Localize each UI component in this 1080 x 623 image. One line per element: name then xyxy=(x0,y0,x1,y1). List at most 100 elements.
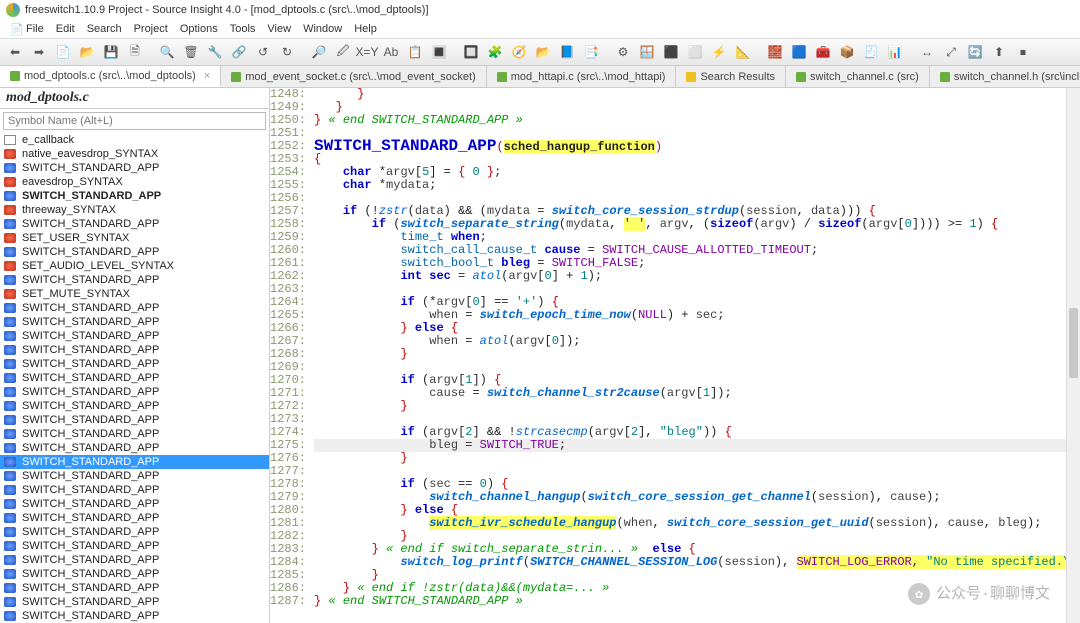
menu-tools[interactable]: Tools xyxy=(224,23,262,35)
toolbar-button-24[interactable]: ⚙ xyxy=(612,41,634,63)
toolbar-button-1[interactable]: ➡ xyxy=(28,41,50,63)
tab-3[interactable]: Search Results xyxy=(676,66,786,87)
menu-search[interactable]: Search xyxy=(81,23,128,35)
tab-4[interactable]: switch_channel.c (src) xyxy=(786,66,930,87)
toolbar-button-0[interactable]: ⬅ xyxy=(4,41,26,63)
toolbar-button-20[interactable]: 🧭 xyxy=(508,41,530,63)
toolbar-button-27[interactable]: ⬜ xyxy=(684,41,706,63)
symbol-item[interactable]: SWITCH_STANDARD_APP xyxy=(0,217,269,231)
toolbar-button-17[interactable]: 🔳 xyxy=(428,41,450,63)
symbol-item[interactable]: SWITCH_STANDARD_APP xyxy=(0,567,269,581)
code-line[interactable]: } xyxy=(314,400,1080,413)
toolbar-button-33[interactable]: 📦 xyxy=(836,41,858,63)
toolbar-button-30[interactable]: 🧱 xyxy=(764,41,786,63)
symbol-item[interactable]: SWITCH_STANDARD_APP xyxy=(0,399,269,413)
code-line[interactable]: } xyxy=(314,348,1080,361)
symbol-item[interactable]: SWITCH_STANDARD_APP xyxy=(0,161,269,175)
toolbar-button-28[interactable]: ⚡ xyxy=(708,41,730,63)
toolbar-button-5[interactable]: 🗎 xyxy=(124,41,146,63)
code-line[interactable]: SWITCH_STANDARD_APP(sched_hangup_functio… xyxy=(314,140,1080,153)
symbol-item[interactable]: SET_AUDIO_LEVEL_SYNTAX xyxy=(0,259,269,273)
symbol-item[interactable]: SWITCH_STANDARD_APP xyxy=(0,245,269,259)
toolbar-button-16[interactable]: 📋 xyxy=(404,41,426,63)
toolbar-button-22[interactable]: 📘 xyxy=(556,41,578,63)
menu-file[interactable]: File xyxy=(20,23,50,35)
code-line[interactable]: when = atol(argv[0]); xyxy=(314,335,1080,348)
symbol-list[interactable]: e_callbacknative_eavesdrop_SYNTAXSWITCH_… xyxy=(0,133,269,623)
toolbar-button-15[interactable]: Ab xyxy=(380,41,402,63)
symbol-item[interactable]: SWITCH_STANDARD_APP xyxy=(0,553,269,567)
close-icon[interactable]: × xyxy=(204,70,210,82)
code-line[interactable]: cause = switch_channel_str2cause(argv[1]… xyxy=(314,387,1080,400)
symbol-item[interactable]: SWITCH_STANDARD_APP xyxy=(0,315,269,329)
toolbar-button-35[interactable]: 📊 xyxy=(884,41,906,63)
toolbar-button-11[interactable]: ↻ xyxy=(276,41,298,63)
toolbar-button-2[interactable]: 📄 xyxy=(52,41,74,63)
toolbar-button-31[interactable]: 🟦 xyxy=(788,41,810,63)
toolbar-button-14[interactable]: X=Y xyxy=(356,41,378,63)
symbol-item[interactable]: SWITCH_STANDARD_APP xyxy=(0,301,269,315)
menu-window[interactable]: Window xyxy=(297,23,348,35)
menu-options[interactable]: Options xyxy=(174,23,224,35)
toolbar-button-10[interactable]: ↺ xyxy=(252,41,274,63)
tab-2[interactable]: mod_httapi.c (src\..\mod_httapi) xyxy=(487,66,677,87)
toolbar-button-21[interactable]: 📂 xyxy=(532,41,554,63)
menu-help[interactable]: Help xyxy=(348,23,383,35)
toolbar-button-25[interactable]: 🪟 xyxy=(636,41,658,63)
code-line[interactable]: switch_ivr_schedule_hangup(when, switch_… xyxy=(314,517,1080,530)
code-view[interactable]: } } } « end SWITCH_STANDARD_APP » SWITCH_… xyxy=(314,88,1080,623)
toolbar-button-4[interactable]: 💾 xyxy=(100,41,122,63)
toolbar-button-34[interactable]: 🧾 xyxy=(860,41,882,63)
toolbar-button-26[interactable]: ⬛ xyxy=(660,41,682,63)
symbol-item[interactable]: SWITCH_STANDARD_APP xyxy=(0,371,269,385)
symbol-item[interactable]: eavesdrop_SYNTAX xyxy=(0,175,269,189)
symbol-item[interactable]: SWITCH_STANDARD_APP xyxy=(0,329,269,343)
symbol-item[interactable]: SWITCH_STANDARD_APP xyxy=(0,595,269,609)
symbol-item[interactable]: threeway_SYNTAX xyxy=(0,203,269,217)
vertical-scrollbar[interactable] xyxy=(1066,88,1080,623)
code-line[interactable]: } xyxy=(314,88,1080,101)
toolbar-button-8[interactable]: 🔧 xyxy=(204,41,226,63)
symbol-item[interactable]: SWITCH_STANDARD_APP xyxy=(0,483,269,497)
toolbar-button-37[interactable]: ⤢ xyxy=(940,41,962,63)
menu-project[interactable]: Project xyxy=(128,23,174,35)
toolbar-button-32[interactable]: 🧰 xyxy=(812,41,834,63)
toolbar-button-23[interactable]: 📑 xyxy=(580,41,602,63)
toolbar-button-38[interactable]: 🔄 xyxy=(964,41,986,63)
toolbar-button-40[interactable]: ⏹ xyxy=(1012,41,1034,63)
symbol-item[interactable]: SET_USER_SYNTAX xyxy=(0,231,269,245)
code-line[interactable]: } xyxy=(314,452,1080,465)
code-line[interactable]: } « end SWITCH_STANDARD_APP » xyxy=(314,114,1080,127)
symbol-item[interactable]: SWITCH_STANDARD_APP xyxy=(0,385,269,399)
symbol-item[interactable]: SWITCH_STANDARD_APP xyxy=(0,469,269,483)
tab-0[interactable]: mod_dptools.c (src\..\mod_dptools)× xyxy=(0,66,221,87)
tab-5[interactable]: switch_channel.h (src\include) xyxy=(930,66,1080,87)
symbol-item[interactable]: SWITCH_STANDARD_APP xyxy=(0,357,269,371)
toolbar-button-7[interactable]: 🗑 xyxy=(180,41,202,63)
symbol-item[interactable]: SWITCH_STANDARD_APP xyxy=(0,511,269,525)
toolbar-button-12[interactable]: 🔎 xyxy=(308,41,330,63)
app-menu-icon[interactable]: 📄 xyxy=(4,23,20,36)
symbol-item[interactable]: SWITCH_STANDARD_APP xyxy=(0,525,269,539)
toolbar-button-9[interactable]: 🔗 xyxy=(228,41,250,63)
toolbar-button-18[interactable]: 🔲 xyxy=(460,41,482,63)
toolbar-button-3[interactable]: 📂 xyxy=(76,41,98,63)
symbol-item[interactable]: SWITCH_STANDARD_APP xyxy=(0,539,269,553)
menu-view[interactable]: View xyxy=(261,23,297,35)
symbol-item[interactable]: SWITCH_STANDARD_APP xyxy=(0,427,269,441)
symbol-item[interactable]: native_eavesdrop_SYNTAX xyxy=(0,147,269,161)
code-line[interactable]: bleg = SWITCH_TRUE; xyxy=(314,439,1080,452)
symbol-item[interactable]: SWITCH_STANDARD_APP xyxy=(0,343,269,357)
toolbar-button-36[interactable]: ↔ xyxy=(916,41,938,63)
code-line[interactable]: char *mydata; xyxy=(314,179,1080,192)
toolbar-button-29[interactable]: 📐 xyxy=(732,41,754,63)
code-editor[interactable]: 1248:1249:1250:1251:1252:1253:1254:1255:… xyxy=(270,88,1080,623)
symbol-item[interactable]: SWITCH_STANDARD_APP xyxy=(0,609,269,623)
toolbar-button-39[interactable]: ⬆ xyxy=(988,41,1010,63)
tab-1[interactable]: mod_event_socket.c (src\..\mod_event_soc… xyxy=(221,66,487,87)
code-line[interactable]: int sec = atol(argv[0] + 1); xyxy=(314,270,1080,283)
symbol-search-input[interactable] xyxy=(3,112,266,130)
symbol-item[interactable]: SWITCH_STANDARD_APP xyxy=(0,189,269,203)
symbol-item[interactable]: SWITCH_STANDARD_APP xyxy=(0,273,269,287)
code-line[interactable]: switch_log_printf(SWITCH_CHANNEL_SESSION… xyxy=(314,556,1080,569)
